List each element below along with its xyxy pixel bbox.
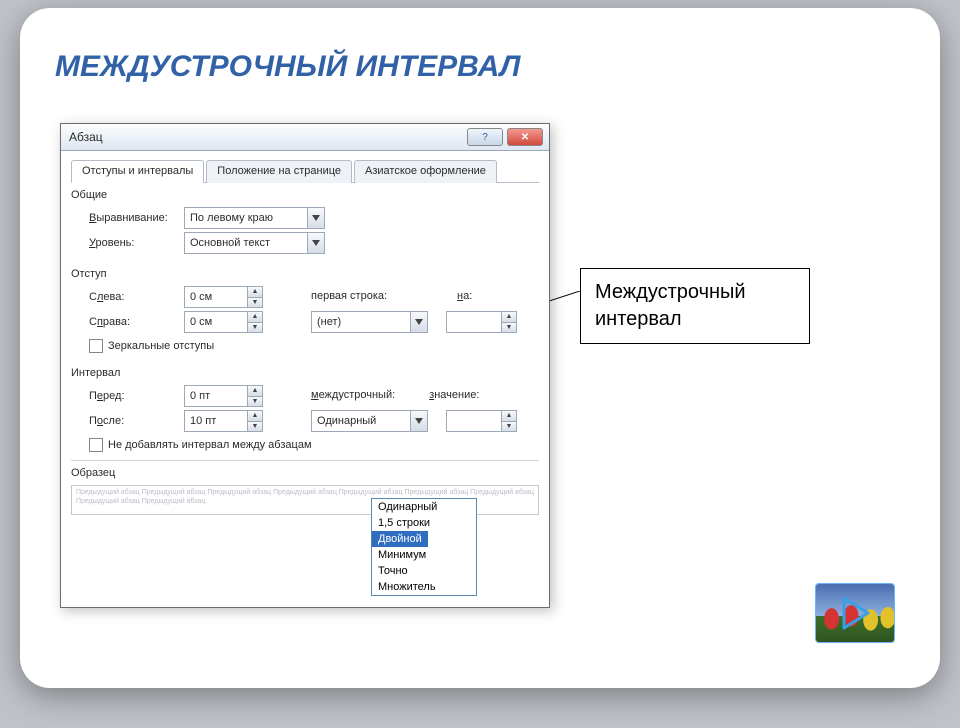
after-label: После: bbox=[89, 415, 184, 427]
firstline-select[interactable]: (нет) bbox=[311, 311, 428, 333]
after-value: 10 пт bbox=[190, 415, 216, 427]
callout-box: Междустрочный интервал bbox=[580, 268, 810, 344]
mirror-label: Зеркальные отступы bbox=[108, 340, 214, 352]
line-spacing-option[interactable]: Точно bbox=[372, 563, 476, 579]
tab-position[interactable]: Положение на странице bbox=[206, 160, 352, 183]
checkbox-icon bbox=[89, 438, 103, 452]
dialog-body: Отступы и интервалы Положение на страниц… bbox=[61, 151, 549, 452]
play-icon bbox=[838, 596, 872, 630]
section-spacing-header: Интервал bbox=[71, 367, 539, 379]
line-spacing-option[interactable]: 1,5 строки bbox=[372, 515, 476, 531]
spinner-icon: ▲▼ bbox=[247, 312, 262, 332]
line-spacing-option[interactable]: Одинарный bbox=[372, 499, 476, 515]
indent-right-value: 0 см bbox=[190, 316, 212, 328]
tab-asian[interactable]: Азиатское оформление bbox=[354, 160, 497, 183]
indent-left-label: Слева: bbox=[89, 291, 184, 303]
value-label: значение: bbox=[429, 389, 479, 401]
callout-text: Междустрочный интервал bbox=[595, 281, 746, 330]
tabs: Отступы и интервалы Положение на страниц… bbox=[71, 159, 539, 183]
section-indent-header: Отступ bbox=[71, 268, 539, 280]
by-label: на: bbox=[457, 290, 472, 302]
spinner-icon: ▲▼ bbox=[247, 411, 262, 431]
before-label: Перед: bbox=[89, 390, 184, 402]
by-spin[interactable]: ▲▼ bbox=[446, 311, 517, 333]
line-spacing-select[interactable]: Одинарный bbox=[311, 410, 428, 432]
spinner-icon: ▲▼ bbox=[247, 287, 262, 307]
firstline-label: первая строка: bbox=[311, 290, 387, 302]
chevron-down-icon bbox=[307, 208, 324, 228]
titlebar[interactable]: Абзац ? ✕ bbox=[61, 124, 549, 151]
line-spacing-label: междустрочный: bbox=[311, 389, 395, 401]
noaddspace-checkbox[interactable]: Не добавлять интервал между абзацам bbox=[89, 438, 539, 452]
line-spacing-option-selected[interactable]: Двойной bbox=[372, 531, 428, 547]
firstline-value: (нет) bbox=[317, 316, 341, 328]
level-select[interactable]: Основной текст bbox=[184, 232, 325, 254]
noaddspace-label: Не добавлять интервал между абзацам bbox=[108, 439, 312, 451]
indent-right-spin[interactable]: 0 см ▲▼ bbox=[184, 311, 263, 333]
slide: МЕЖДУСТРОЧНЫЙ ИНТЕРВАЛ Междустрочный инт… bbox=[20, 8, 940, 688]
line-spacing-option[interactable]: Минимум bbox=[372, 547, 476, 563]
before-value: 0 пт bbox=[190, 390, 210, 402]
tab-indents[interactable]: Отступы и интервалы bbox=[71, 160, 204, 183]
indent-right-label: Справа: bbox=[89, 316, 184, 328]
before-spin[interactable]: 0 пт ▲▼ bbox=[184, 385, 263, 407]
slide-title: МЕЖДУСТРОЧНЫЙ ИНТЕРВАЛ bbox=[55, 50, 520, 84]
checkbox-icon bbox=[89, 339, 103, 353]
chevron-down-icon bbox=[410, 411, 427, 431]
window-title: Абзац bbox=[67, 130, 463, 144]
section-spacing: Интервал Перед: 0 пт ▲▼ междустрочный: з… bbox=[71, 367, 539, 452]
section-general: Общие Выравнивание: По левому краю Урове… bbox=[71, 189, 539, 254]
value-spin[interactable]: ▲▼ bbox=[446, 410, 517, 432]
indent-left-value: 0 см bbox=[190, 291, 212, 303]
after-spin[interactable]: 10 пт ▲▼ bbox=[184, 410, 263, 432]
line-spacing-value: Одинарный bbox=[317, 415, 376, 427]
close-button[interactable]: ✕ bbox=[507, 128, 543, 146]
mirror-checkbox[interactable]: Зеркальные отступы bbox=[89, 339, 539, 353]
chevron-down-icon bbox=[410, 312, 427, 332]
align-value: По левому краю bbox=[190, 212, 273, 224]
sample-header: Образец bbox=[71, 467, 539, 479]
help-button[interactable]: ? bbox=[467, 128, 503, 146]
align-label: Выравнивание: bbox=[89, 212, 184, 224]
next-slide-button[interactable] bbox=[815, 583, 895, 643]
paragraph-dialog: Абзац ? ✕ Отступы и интервалы Положение … bbox=[60, 123, 550, 608]
indent-left-spin[interactable]: 0 см ▲▼ bbox=[184, 286, 263, 308]
level-value: Основной текст bbox=[190, 237, 270, 249]
chevron-down-icon bbox=[307, 233, 324, 253]
section-indent: Отступ Слева: 0 см ▲▼ первая строка: на: bbox=[71, 268, 539, 353]
line-spacing-dropdown[interactable]: Одинарный 1,5 строки Двойной Минимум Точ… bbox=[371, 498, 477, 596]
level-label: Уровень: bbox=[89, 237, 184, 249]
section-general-header: Общие bbox=[71, 189, 539, 201]
line-spacing-option[interactable]: Множитель bbox=[372, 579, 476, 595]
align-select[interactable]: По левому краю bbox=[184, 207, 325, 229]
spinner-icon: ▲▼ bbox=[501, 312, 516, 332]
spinner-icon: ▲▼ bbox=[501, 411, 516, 431]
spinner-icon: ▲▼ bbox=[247, 386, 262, 406]
